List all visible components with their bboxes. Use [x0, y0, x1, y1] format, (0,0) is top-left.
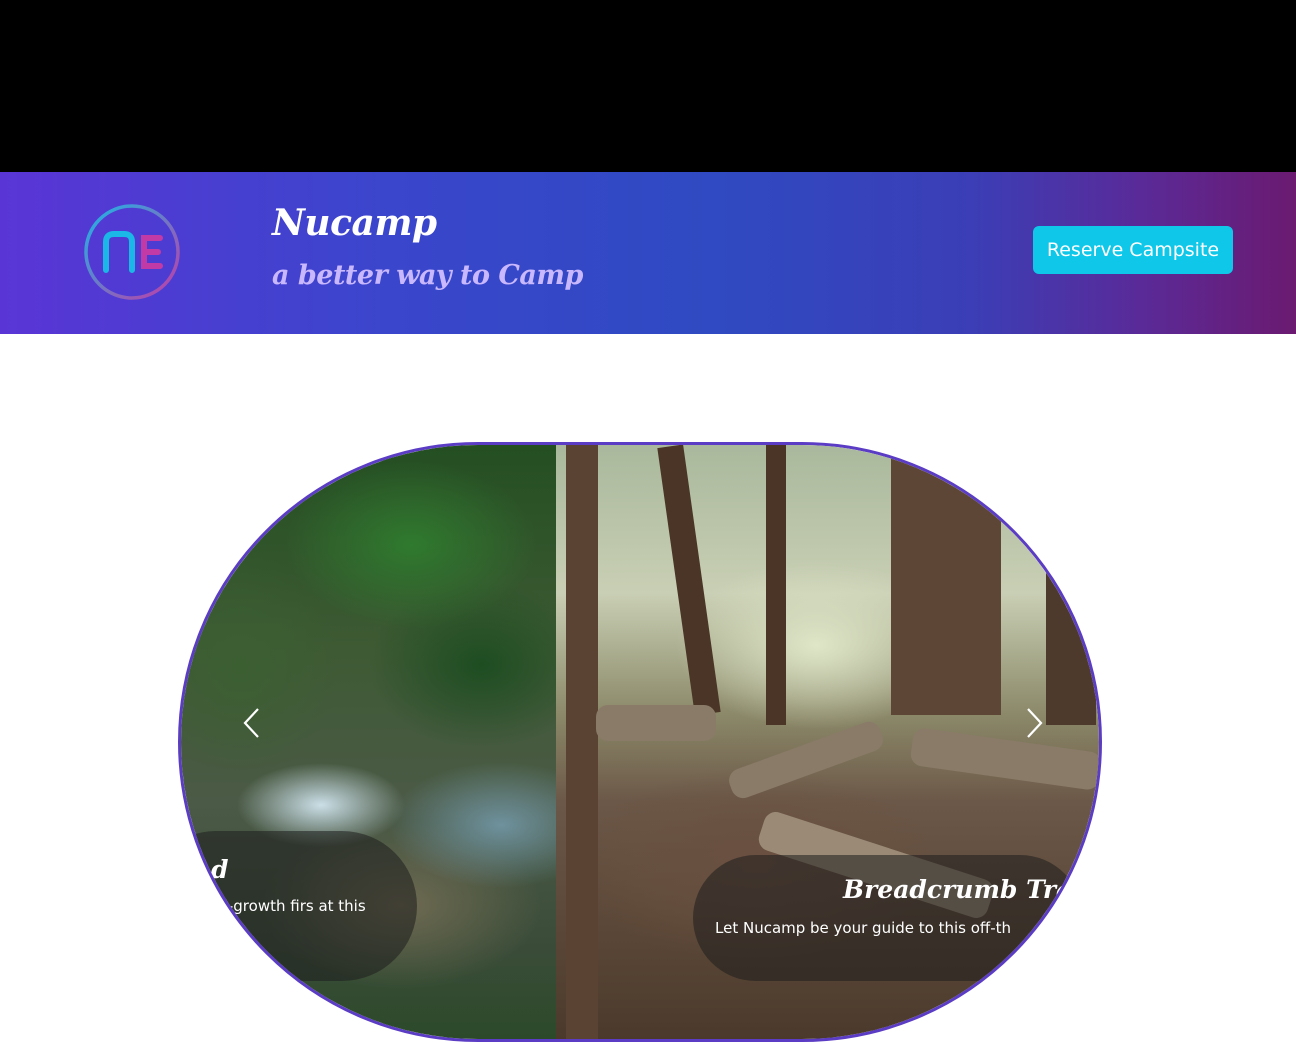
- chevron-left-icon: [243, 708, 259, 738]
- caption-title: d: [211, 855, 229, 884]
- carousel-caption: d old-growth firs at this: [181, 831, 417, 981]
- caption-text: old-growth firs at this: [205, 897, 366, 915]
- caption-text: Let Nucamp be your guide to this off-th: [715, 919, 1012, 937]
- carousel-caption: Breadcrumb Trail Let Nucamp be your guid…: [693, 855, 1091, 981]
- chevron-right-icon: [1027, 708, 1043, 738]
- image-carousel[interactable]: d old-growth firs at this Breadcrumb Tra…: [178, 442, 1102, 1042]
- top-black-band: [0, 0, 1296, 172]
- brand-name: Nucamp: [272, 202, 437, 244]
- reserve-campsite-button[interactable]: Reserve Campsite: [1033, 226, 1233, 274]
- brand-tagline: a better way to Camp: [272, 260, 583, 291]
- site-header: Nucamp a better way to Camp Reserve Camp…: [0, 172, 1296, 334]
- carousel-prev-button[interactable]: [233, 703, 273, 743]
- caption-title: Breadcrumb Trail: [843, 875, 1092, 904]
- nucamp-logo[interactable]: [82, 202, 182, 302]
- carousel-next-button[interactable]: [1013, 703, 1053, 743]
